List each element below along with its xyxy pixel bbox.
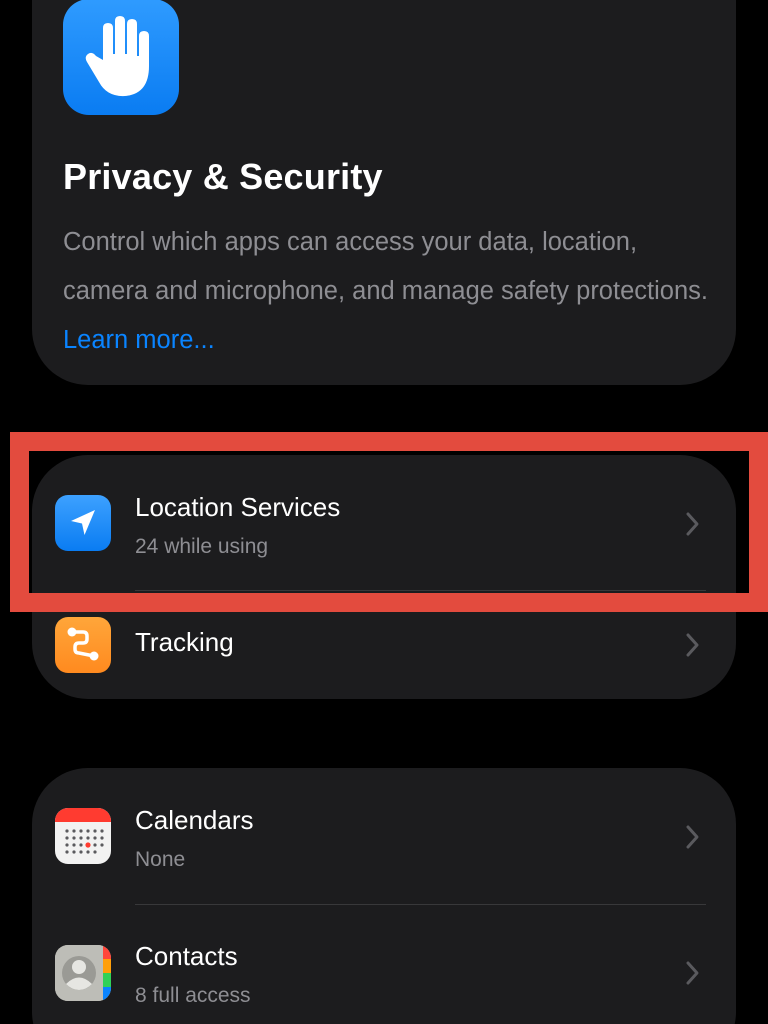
contacts-label: Contacts [135, 941, 238, 971]
data-access-group: Calendars None Contacts 8 full access [32, 768, 736, 1024]
settings-screen: Privacy & Security Control which apps ca… [0, 0, 768, 1024]
calendars-status: None [135, 848, 186, 871]
chevron-right-icon [686, 512, 699, 536]
location-arrow-icon [55, 495, 111, 551]
raised-hand-icon [63, 0, 179, 115]
chevron-right-icon [686, 633, 699, 657]
location-services-label: Location Services [135, 492, 341, 522]
location-tracking-group: Location Services 24 while using Trackin… [32, 455, 736, 699]
chevron-right-icon [686, 961, 699, 985]
calendar-icon [55, 808, 111, 864]
calendars-row[interactable]: Calendars None [32, 768, 736, 904]
tracking-row[interactable]: Tracking [32, 591, 736, 699]
tracking-icon [55, 617, 111, 673]
contacts-status: 8 full access [135, 984, 251, 1007]
learn-more-link[interactable]: Learn more... [63, 326, 215, 354]
description-text: Control which apps can access your data,… [63, 228, 708, 305]
privacy-header-card: Privacy & Security Control which apps ca… [32, 0, 736, 385]
contacts-row[interactable]: Contacts 8 full access [32, 905, 736, 1024]
tracking-label: Tracking [135, 627, 234, 657]
chevron-right-icon [686, 825, 699, 849]
location-services-row[interactable]: Location Services 24 while using [32, 455, 736, 591]
contacts-icon [55, 945, 111, 1001]
page-title: Privacy & Security [63, 156, 383, 197]
header-description: Control which apps can access your data,… [63, 218, 723, 365]
calendars-label: Calendars [135, 805, 254, 835]
location-services-status: 24 while using [135, 535, 269, 558]
